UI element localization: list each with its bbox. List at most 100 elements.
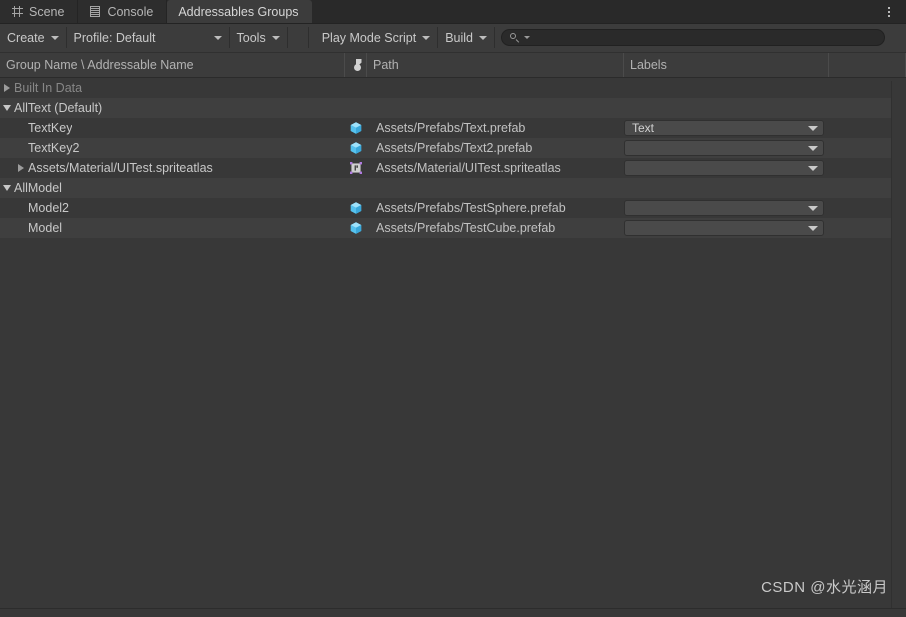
table-row[interactable]: AllText (Default) [0, 98, 906, 118]
table-row[interactable]: Model Assets/Prefabs/TestCube.prefab [0, 218, 906, 238]
sprite-atlas-icon [349, 161, 363, 175]
row-name-cell: Model [0, 218, 345, 238]
table-row[interactable]: Model2 Assets/Prefabs/TestSphere.prefab [0, 198, 906, 218]
build-label: Build [445, 30, 473, 45]
chevron-down-icon [808, 125, 818, 131]
labels-dropdown[interactable] [624, 140, 824, 156]
build-dropdown[interactable]: Build [438, 27, 495, 48]
foldout-expanded-icon[interactable] [0, 98, 14, 118]
chevron-down-icon [808, 225, 818, 231]
table-row[interactable]: Built In Data [0, 78, 906, 98]
column-header-path[interactable]: Path [367, 53, 624, 77]
search-input[interactable] [530, 31, 876, 44]
profile-dropdown[interactable]: Profile: Default [67, 27, 230, 48]
foldout-collapsed-icon[interactable] [14, 158, 28, 178]
tree-empty-area [0, 328, 906, 425]
tree-rows-host: Built In Data AllText (Default) TextKey Ass… [0, 78, 906, 238]
kebab-dot [888, 14, 890, 17]
row-asset-icon-cell [345, 78, 367, 98]
row-name-cell: AllModel [0, 178, 345, 198]
console-lines-icon [89, 5, 102, 18]
prefab-cube-icon [349, 201, 363, 215]
chevron-down-icon [50, 35, 59, 40]
play-mode-script-label: Play Mode Script [321, 30, 417, 45]
vertical-scrollbar[interactable] [891, 81, 906, 609]
chevron-down-icon [808, 205, 818, 211]
create-button[interactable]: Create [0, 27, 67, 48]
play-mode-script-dropdown[interactable]: Play Mode Script [315, 27, 439, 48]
row-labels-cell [624, 198, 829, 218]
foldout-collapsed-icon[interactable] [0, 78, 14, 98]
column-header-asset-icon[interactable] [345, 53, 367, 77]
row-name-label: Model [28, 221, 63, 235]
grid-icon [11, 5, 24, 18]
labels-dropdown[interactable]: Text [624, 120, 824, 136]
row-asset-icon-cell [345, 218, 367, 238]
foldout-expanded-icon[interactable] [0, 178, 14, 198]
row-name-label: TextKey2 [28, 141, 80, 155]
row-path-cell: Assets/Prefabs/Text2.prefab [367, 138, 624, 158]
table-row[interactable]: TextKey Assets/Prefabs/Text.prefab Text [0, 118, 906, 138]
row-path-label: Assets/Prefabs/TestCube.prefab [376, 221, 556, 235]
row-name-cell: AllText (Default) [0, 98, 345, 118]
row-name-label: Built In Data [14, 81, 83, 95]
row-labels-cell [624, 178, 829, 198]
column-header-row: Group Name \ Addressable Name Path Label… [0, 53, 906, 78]
row-labels-cell [624, 218, 829, 238]
row-name-label: Assets/Material/UITest.spriteatlas [28, 161, 213, 175]
tab-strip: Scene Console Addressables Groups [0, 0, 906, 24]
row-asset-icon-cell [345, 138, 367, 158]
column-header-path-label: Path [373, 58, 399, 72]
row-name-label: Model2 [28, 201, 69, 215]
column-header-group-name[interactable]: Group Name \ Addressable Name [0, 53, 345, 77]
addressables-groups-window: Scene Console Addressables Groups Create… [0, 0, 906, 617]
row-path-cell: Assets/Material/UITest.spriteatlas [367, 158, 624, 178]
row-labels-cell [624, 98, 829, 118]
chevron-down-icon [808, 145, 818, 151]
row-path-label: Assets/Material/UITest.spriteatlas [376, 161, 561, 175]
labels-dropdown[interactable] [624, 160, 824, 176]
chevron-down-icon [422, 35, 431, 40]
row-name-cell: TextKey [0, 118, 345, 138]
tab-scene[interactable]: Scene [0, 0, 79, 23]
column-header-labels[interactable]: Labels [624, 53, 829, 77]
column-header-labels-label: Labels [630, 58, 667, 72]
labels-dropdown-value: Text [632, 121, 655, 135]
row-asset-icon-cell [345, 178, 367, 198]
bottom-status-bar [0, 608, 906, 617]
row-name-cell: TextKey2 [0, 138, 345, 158]
kebab-dot [888, 10, 890, 13]
prefab-cube-icon [349, 121, 363, 135]
labels-dropdown[interactable] [624, 200, 824, 216]
prefab-cube-icon [349, 141, 363, 155]
tab-scene-label: Scene [29, 4, 65, 19]
tools-button[interactable]: Tools [230, 27, 288, 48]
labels-dropdown[interactable] [624, 220, 824, 236]
row-name-label: AllModel [14, 181, 62, 195]
chevron-down-icon [213, 35, 222, 40]
row-labels-cell [624, 78, 829, 98]
table-row[interactable]: AllModel [0, 178, 906, 198]
row-asset-icon-cell [345, 98, 367, 118]
kebab-menu-icon[interactable] [878, 0, 900, 23]
tab-addressables-groups[interactable]: Addressables Groups [167, 0, 312, 23]
asset-type-icon [353, 59, 365, 71]
row-labels-cell [624, 158, 829, 178]
row-path-cell [367, 178, 624, 198]
tools-button-label: Tools [236, 30, 266, 45]
row-path-cell [367, 78, 624, 98]
row-asset-icon-cell [345, 198, 367, 218]
row-name-cell: Assets/Material/UITest.spriteatlas [0, 158, 345, 178]
prefab-cube-icon [349, 221, 363, 235]
table-row[interactable]: TextKey2 Assets/Prefabs/Text2.prefab [0, 138, 906, 158]
search-container [495, 27, 906, 48]
row-asset-icon-cell [345, 158, 367, 178]
row-path-cell [367, 98, 624, 118]
search-field[interactable] [501, 29, 885, 46]
row-path-label: Assets/Prefabs/TestSphere.prefab [376, 201, 566, 215]
table-row[interactable]: Assets/Material/UITest.spriteatlas Assets… [0, 158, 906, 178]
tab-console[interactable]: Console [78, 0, 168, 23]
row-name-label: TextKey [28, 121, 73, 135]
chevron-down-icon [808, 165, 818, 171]
row-path-cell: Assets/Prefabs/TestCube.prefab [367, 218, 624, 238]
